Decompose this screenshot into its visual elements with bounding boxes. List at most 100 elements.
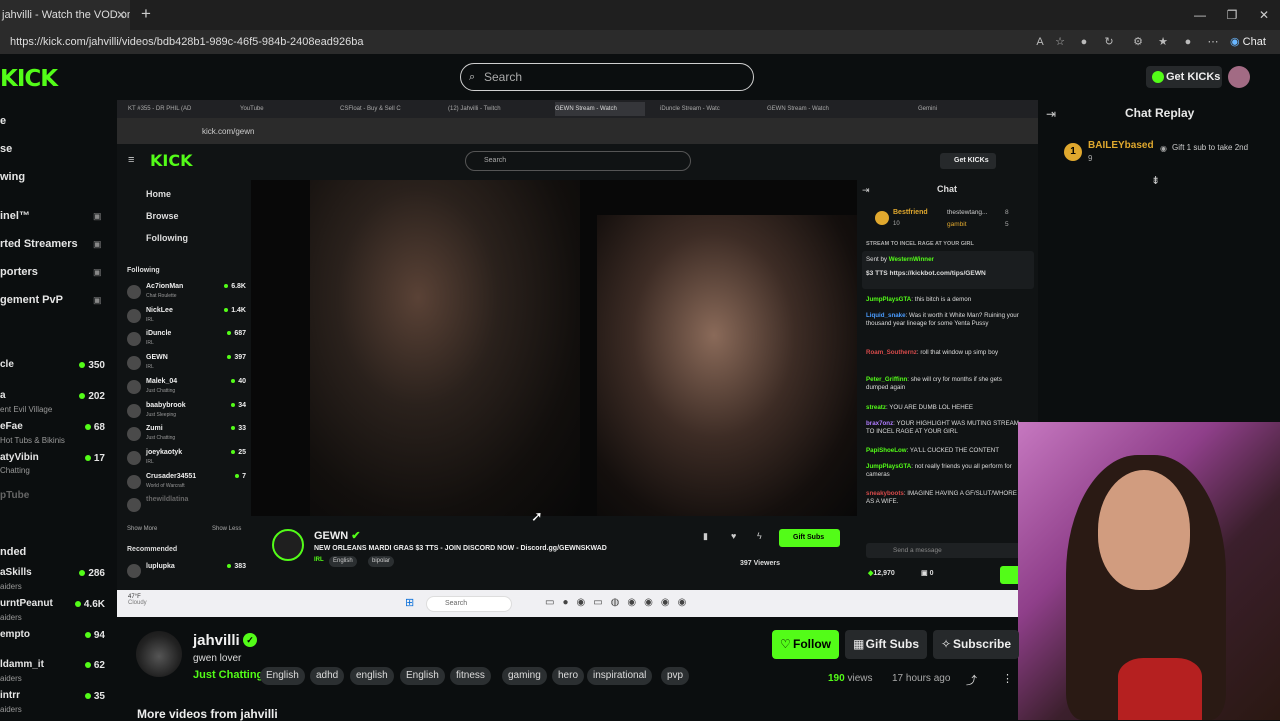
taskbar-app-icons: ▭●◉▭◍◉◉◉◉ <box>545 597 695 608</box>
pin-icon[interactable]: ▣ <box>93 295 102 306</box>
viewer-count: 383 <box>200 563 246 570</box>
embedded-following-category: IRL <box>146 316 154 323</box>
avatar <box>272 529 304 561</box>
top-gifter-name[interactable]: BAILEYbased <box>1088 140 1154 151</box>
close-icon[interactable]: ✕ <box>114 0 128 30</box>
embedded-tab: CSFloat - Buy & Sell C <box>340 106 401 112</box>
chat-message: PapiShoeLow: YA'LL CUCKED THE CONTENT <box>866 447 999 454</box>
avatar <box>127 379 141 394</box>
collapse-chat-icon[interactable]: ⇥ <box>1046 107 1056 121</box>
viewer-count: 4.6K <box>55 599 105 610</box>
sidebar-stream-name[interactable]: atyVibin <box>0 452 39 463</box>
embedded-following-name: Ac7ionMan <box>146 283 184 290</box>
embedded-top-gifter-count: 10 <box>893 221 900 227</box>
channel-name[interactable]: jahvilli <box>193 632 240 649</box>
embedded-recommended-header: Recommended <box>127 546 178 553</box>
kick-logo[interactable]: KICK <box>0 66 58 92</box>
tag-chip[interactable]: english <box>350 667 394 685</box>
category-link[interactable]: Just Chatting <box>193 669 263 681</box>
leaderboard-badge <box>875 211 889 225</box>
embedded-kick-logo: KICK <box>150 151 193 170</box>
gift-sub-prompt[interactable]: Gift 1 sub to take 2nd <box>1172 143 1262 153</box>
sidebar-section-recommended: nded <box>0 546 27 558</box>
windows-start-icon: ⊞ <box>405 597 415 609</box>
sidebar-stream-name[interactable]: empto <box>0 629 30 640</box>
chat-message: sneakyboots: IMAGINE HAVING A GF/SLUT/WH… <box>866 490 1017 505</box>
favorites-icon[interactable]: ★ <box>1154 33 1172 51</box>
chat-message: Peter_Griffinn: she will cry for months … <box>866 376 1002 391</box>
new-tab-icon[interactable]: + <box>138 0 154 30</box>
sidebar-stream-name[interactable]: pTube <box>0 490 29 501</box>
embedded-stream-title: NEW ORLEANS MARDI GRAS $3 TTS - JOIN DIS… <box>314 545 607 552</box>
embedded-tab: GEWN Stream - Watch <box>555 102 645 116</box>
embedded-top-gifter: gambit <box>947 221 967 228</box>
sidebar-stream-name[interactable]: urntPeanut <box>0 598 53 609</box>
chat-message: streatz: YOU ARE DUMB LOL HEHEE <box>866 404 973 411</box>
sidebar-stream-name[interactable]: ldamm_it <box>0 659 44 670</box>
chat-username: JumpPlaysGTA <box>866 296 912 303</box>
sidebar-stream-category: aiders <box>0 705 22 714</box>
tag-chip[interactable]: hero <box>552 667 585 685</box>
search-input[interactable]: Search <box>460 63 754 91</box>
sidebar-item-pinned[interactable]: porters <box>0 266 38 278</box>
avatar[interactable] <box>1228 66 1250 88</box>
embedded-following-category: Just Chatting <box>146 435 176 442</box>
sidebar-item-browse[interactable]: se <box>0 143 12 155</box>
chat-text: YA'LL CUCKED THE CONTENT <box>909 447 999 454</box>
tag-chip[interactable]: gaming <box>502 667 547 685</box>
avatar <box>127 285 141 299</box>
collapse-chat-icon: ⇥ <box>862 185 870 195</box>
extension-icon[interactable]: ● <box>1075 33 1093 51</box>
browser-tab[interactable]: jahvilli - Watch the VOD on K <box>0 0 130 30</box>
sidebar-stream-name[interactable]: cle <box>0 359 14 370</box>
window-close-icon[interactable]: ✕ <box>1249 0 1279 30</box>
more-options-icon[interactable]: ⋮ <box>1002 672 1013 685</box>
tag-chip[interactable]: pvp <box>661 667 690 685</box>
sidebar-stream-name[interactable]: a <box>0 390 6 401</box>
tag-chip[interactable]: inspirational <box>587 667 653 685</box>
sidebar-item-home[interactable]: e <box>0 115 6 127</box>
avatar[interactable] <box>136 631 182 677</box>
sidebar-stream-category: aiders <box>0 613 22 622</box>
profile-icon[interactable]: ● <box>1179 33 1197 51</box>
sidebar-item-following[interactable]: wing <box>0 171 25 183</box>
minimize-icon[interactable]: — <box>1185 0 1215 30</box>
url-field[interactable]: https://kick.com/jahvilli/videos/bdb428b… <box>10 30 363 54</box>
refresh-extension-icon[interactable]: ↻ <box>1100 33 1118 51</box>
viewer-count: 397 <box>200 354 246 361</box>
sidebar-stream-name[interactable]: intrr <box>0 690 20 701</box>
pin-icon[interactable]: ▣ <box>93 239 102 250</box>
tag-chip[interactable]: fitness <box>450 667 491 685</box>
viewer-count: 6.8K <box>200 283 246 290</box>
share-icon[interactable]: ⤴ <box>966 672 977 688</box>
sidebar-item-pinned[interactable]: inel™ <box>0 210 30 222</box>
read-aloud-icon[interactable]: A <box>1031 33 1049 51</box>
chat-message: Roam_Southernz: roll that window up simp… <box>866 349 999 356</box>
embedded-following-name: baabybrook <box>146 401 186 409</box>
embedded-streamer-name: GEWN ✔ <box>314 530 361 542</box>
copilot-chat-button[interactable]: ◉ Chat <box>1230 32 1276 52</box>
sidebar-stream-name[interactable]: eFae <box>0 421 23 432</box>
sidebar-item-pinned[interactable]: gement PvP <box>0 294 63 306</box>
pin-icon[interactable]: ▣ <box>93 211 102 222</box>
tag-chip[interactable]: English <box>260 667 305 685</box>
tag-chip[interactable]: adhd <box>310 667 345 685</box>
sidebar-stream-name[interactable]: aSkills <box>0 567 32 578</box>
sidebar-item-pinned[interactable]: rted Streamers <box>0 238 78 250</box>
embedded-kicks-balance: ◆12,970 <box>868 570 895 577</box>
maximize-icon[interactable]: ❐ <box>1217 0 1247 30</box>
avatar <box>127 403 141 418</box>
avatar <box>127 564 141 578</box>
more-icon[interactable]: ⋯ <box>1204 33 1222 51</box>
timestamp: 17 hours ago <box>892 673 951 684</box>
pin-icon[interactable]: ▣ <box>93 267 102 278</box>
pinned-icon[interactable]: ⇟ <box>1151 174 1160 187</box>
kicks-icon <box>1152 71 1164 83</box>
favorite-star-icon[interactable]: ☆ <box>1051 33 1069 51</box>
extensions-puzzle-icon[interactable]: ⚙ <box>1129 33 1147 51</box>
embedded-tab: Gemini <box>918 106 938 112</box>
tag-chip[interactable]: English <box>400 667 445 685</box>
avatar <box>127 356 141 371</box>
chat-username: brax7onz <box>866 420 894 427</box>
chat-replay-title: Chat Replay <box>1125 106 1195 120</box>
